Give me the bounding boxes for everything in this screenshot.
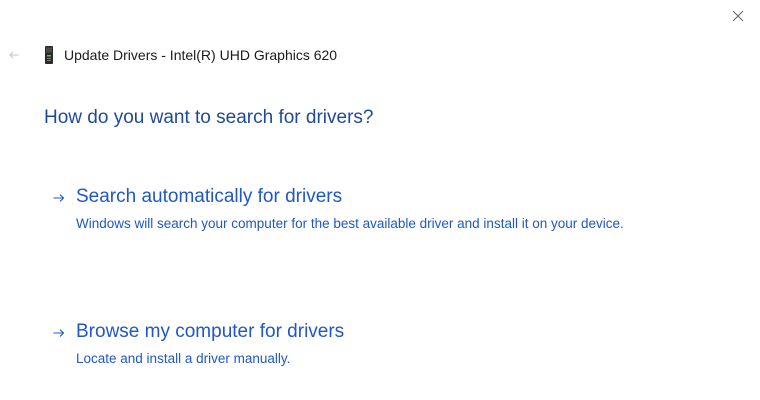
- option-description: Locate and install a driver manually.: [76, 351, 291, 366]
- window-title: Update Drivers - Intel(R) UHD Graphics 6…: [64, 47, 338, 63]
- browse-computer-option[interactable]: Browse my computer for drivers Locate an…: [52, 321, 652, 369]
- page-heading: How do you want to search for drivers?: [44, 107, 374, 128]
- arrow-right-icon: [52, 326, 66, 340]
- close-button[interactable]: [724, 6, 752, 30]
- option-title: Search automatically for drivers: [76, 186, 343, 207]
- option-title: Browse my computer for drivers: [76, 321, 345, 342]
- option-description: Windows will search your computer for th…: [76, 216, 624, 231]
- search-automatically-option[interactable]: Search automatically for drivers Windows…: [52, 186, 652, 234]
- close-icon: [732, 9, 744, 27]
- back-button[interactable]: [3, 44, 25, 66]
- arrow-right-icon: [52, 191, 66, 205]
- display-adapter-icon: [43, 46, 55, 64]
- back-arrow-icon: [9, 46, 19, 64]
- update-drivers-dialog: Update Drivers - Intel(R) UHD Graphics 6…: [0, 0, 760, 400]
- dialog-header: Update Drivers - Intel(R) UHD Graphics 6…: [0, 44, 337, 66]
